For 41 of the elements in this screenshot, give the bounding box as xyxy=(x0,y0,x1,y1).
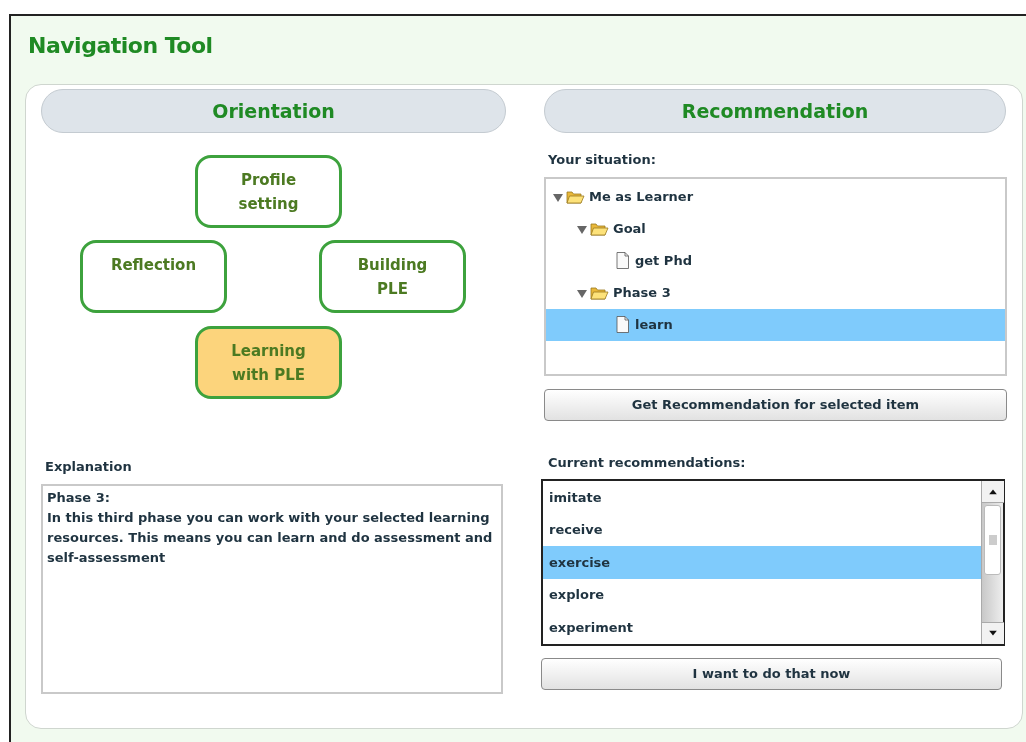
section-header: Orientation xyxy=(41,89,506,133)
recommendation-item[interactable]: explore xyxy=(543,578,981,612)
tree-item[interactable]: get Phd xyxy=(546,245,1005,277)
explanation-text-area[interactable]: Phase 3: In this third phase you can work with your selected learning resources. This means you can learn and do assessment and self-assessment xyxy=(41,484,503,694)
do-it-now-button[interactable]: I want to do that now xyxy=(541,658,1002,690)
recommendation-item[interactable]: exercise xyxy=(543,546,981,579)
explanation-label: Explanation xyxy=(45,458,133,476)
document-icon xyxy=(614,315,632,335)
scroll-thumb[interactable] xyxy=(984,505,1001,575)
tree-item-label: get Phd xyxy=(635,252,692,271)
folder-icon xyxy=(590,220,610,238)
phase-node[interactable]: Building PLE xyxy=(319,240,466,313)
folder-icon xyxy=(566,188,586,206)
phase-node[interactable]: Profile setting xyxy=(195,155,342,228)
expanded-arrow-icon[interactable] xyxy=(576,223,588,235)
recommendation-item[interactable]: experiment xyxy=(543,611,981,644)
grip-icon xyxy=(988,535,997,545)
tree-item-label: Me as Learner xyxy=(589,188,694,207)
expanded-arrow-icon[interactable] xyxy=(576,287,588,299)
tree-item[interactable]: Me as Learner xyxy=(546,181,1005,213)
document-icon xyxy=(614,251,632,271)
section-header: Recommendation xyxy=(544,89,1006,133)
get-recommendation-button[interactable]: Get Recommendation for selected item xyxy=(544,389,1007,421)
tree-item-label: Goal xyxy=(613,220,646,239)
page-title: Navigation Tool xyxy=(27,32,214,60)
recommendation-item[interactable]: imitate xyxy=(543,481,981,514)
recommendation-item[interactable]: receive xyxy=(543,513,981,547)
folder-icon xyxy=(590,284,610,302)
phase-node[interactable]: Learning with PLE xyxy=(195,326,342,399)
scroll-up-icon[interactable] xyxy=(982,481,1004,503)
tree-item[interactable]: Goal xyxy=(546,213,1005,245)
situation-label: Your situation: xyxy=(548,151,657,169)
tree-item-label: learn xyxy=(635,316,673,335)
phase-node[interactable]: Reflection xyxy=(80,240,227,313)
scroll-down-icon[interactable] xyxy=(982,622,1004,644)
expanded-arrow-icon[interactable] xyxy=(552,191,564,203)
tree-item[interactable]: learn xyxy=(546,309,1005,341)
recommendations-label: Current recommendations: xyxy=(548,454,747,472)
tree-item[interactable]: Phase 3 xyxy=(546,277,1005,309)
scrollbar[interactable] xyxy=(981,481,1003,644)
tree-item-label: Phase 3 xyxy=(613,284,671,303)
